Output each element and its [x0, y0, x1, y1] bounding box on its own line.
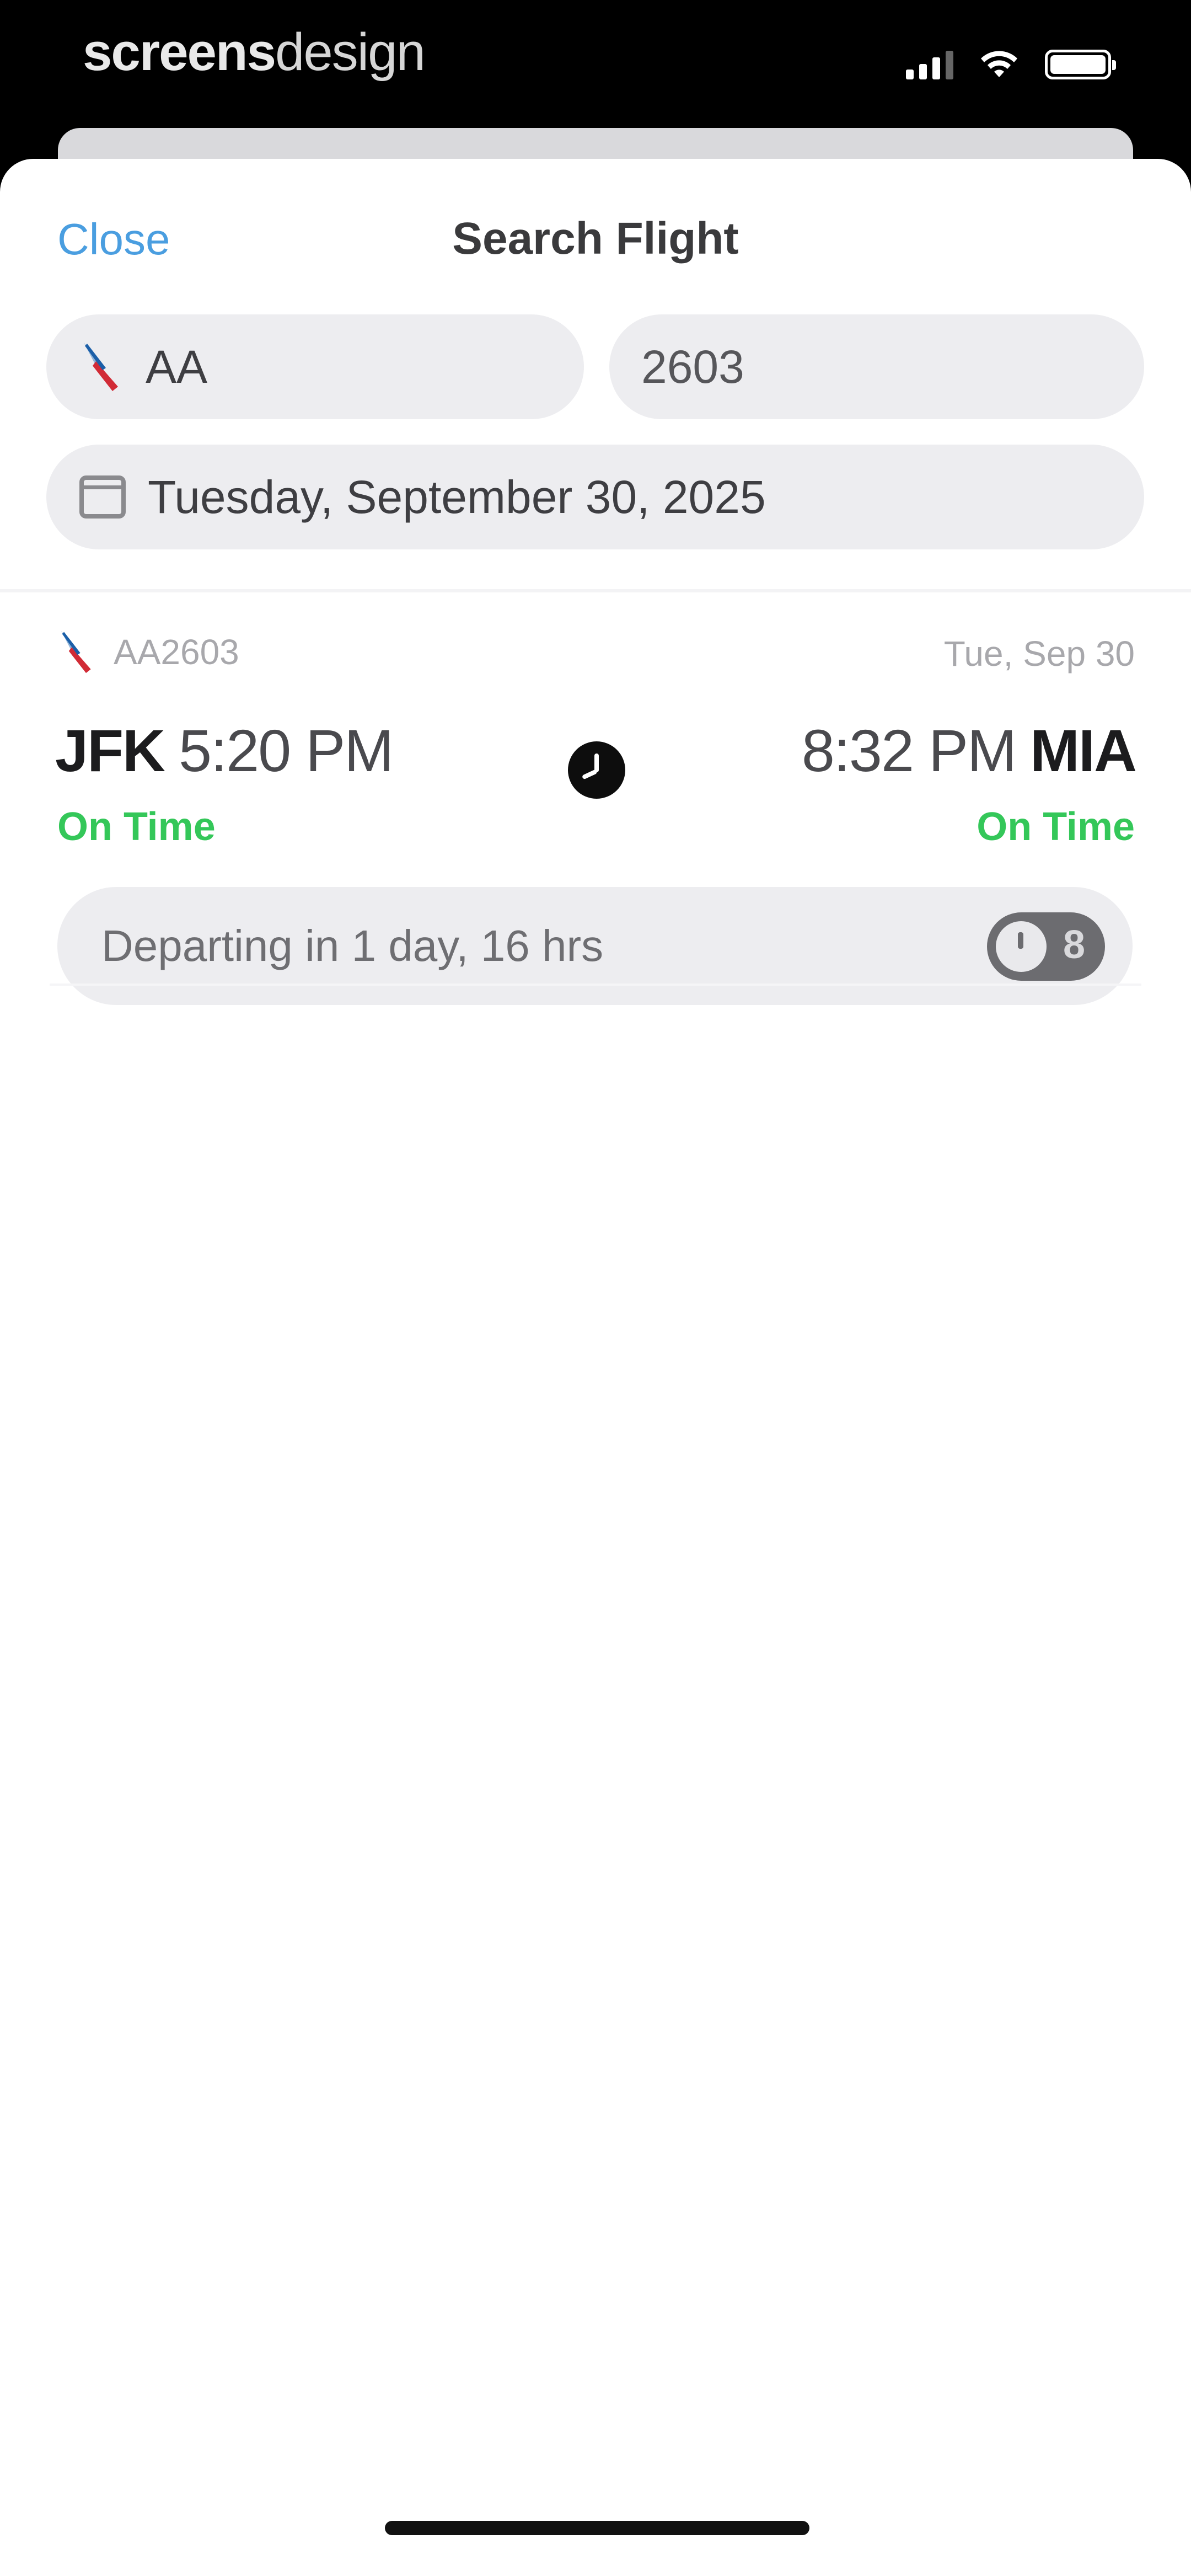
status-bar: screensdesign — [0, 0, 1191, 127]
toggle-badge: 8 — [1063, 923, 1085, 967]
airline-value: AA — [146, 340, 208, 393]
home-indicator[interactable] — [385, 2521, 809, 2535]
flight-date: Tue, Sep 30 — [943, 634, 1135, 674]
flight-number-field[interactable]: 2603 — [609, 314, 1144, 419]
flight-number-value: 2603 — [641, 340, 744, 393]
page-title: Search Flight — [452, 213, 739, 264]
american-airlines-logo-icon — [84, 343, 118, 391]
toggle-knob-icon — [996, 921, 1047, 972]
divider — [50, 984, 1141, 986]
departing-countdown: Departing in 1 day, 16 hrs 8 — [57, 887, 1133, 1005]
date-field[interactable]: Tuesday, September 30, 2025 — [46, 445, 1144, 549]
flight-result-card[interactable]: AA2603 Tue, Sep 30 JFK 5:20 PM 8:32 PM MIA… — [0, 600, 1191, 1005]
arrival-row: 8:32 PM MIA — [801, 716, 1137, 785]
signal-icon — [906, 49, 953, 79]
departure-status: On Time — [57, 805, 216, 849]
arrival-time: 8:32 PM — [801, 717, 1017, 784]
departing-text: Departing in 1 day, 16 hrs — [101, 921, 604, 970]
departure-row: JFK 5:20 PM — [55, 716, 394, 785]
departure-airport: JFK — [55, 717, 165, 784]
airline-field[interactable]: AA — [46, 314, 584, 419]
arrival-airport: MIA — [1030, 717, 1137, 784]
calendar-icon — [79, 475, 126, 519]
american-airlines-logo-icon — [61, 630, 91, 674]
clock-icon — [568, 741, 625, 799]
wifi-icon — [981, 51, 1017, 77]
flight-code: AA2603 — [114, 632, 239, 672]
arrival-status: On Time — [977, 805, 1135, 849]
battery-icon — [1045, 50, 1116, 79]
divider — [0, 589, 1191, 592]
brand-watermark: screensdesign — [83, 23, 426, 82]
status-icons — [906, 49, 1116, 79]
flight-code-row: AA2603 — [57, 628, 239, 676]
track-toggle[interactable]: 8 — [987, 912, 1105, 981]
departure-time: 5:20 PM — [179, 717, 394, 784]
date-value: Tuesday, September 30, 2025 — [148, 471, 766, 523]
search-flight-sheet: Close Search Flight AA 2603 Tuesday, Sep… — [0, 159, 1191, 2576]
